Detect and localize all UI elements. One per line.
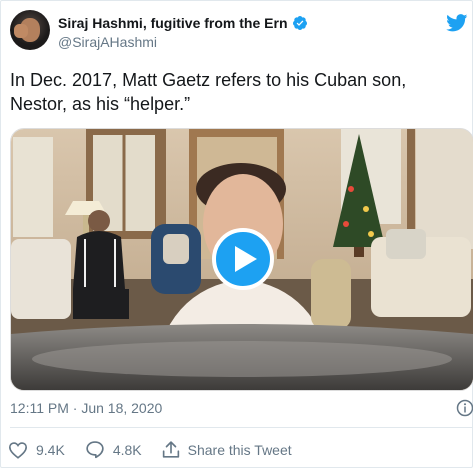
action-bar: 9.4K 4.8K Share this Tweet bbox=[8, 440, 312, 459]
video-thumbnail[interactable] bbox=[10, 128, 473, 391]
share-label: Share this Tweet bbox=[187, 441, 292, 458]
like-button[interactable]: 9.4K bbox=[8, 441, 65, 459]
info-icon[interactable] bbox=[456, 399, 473, 417]
author-handle[interactable]: @SirajAHashmi bbox=[58, 34, 157, 50]
reply-count: 4.8K bbox=[112, 441, 142, 458]
share-icon bbox=[162, 441, 179, 458]
tweet-text: In Dec. 2017, Matt Gaetz refers to his C… bbox=[10, 70, 407, 114]
play-icon bbox=[234, 246, 257, 272]
tweet-timestamp[interactable]: 12:11 PM · Jun 18, 2020 bbox=[10, 400, 162, 416]
author-name-row[interactable]: Siraj Hashmi, fugitive from the Ern bbox=[58, 15, 308, 31]
share-button[interactable]: Share this Tweet bbox=[162, 440, 292, 459]
author-display-name[interactable]: Siraj Hashmi, fugitive from the Ern bbox=[58, 15, 288, 31]
play-button[interactable] bbox=[212, 228, 274, 290]
verified-badge-icon bbox=[292, 16, 307, 30]
tweet-card: Siraj Hashmi, fugitive from the Ern @Sir… bbox=[0, 0, 473, 468]
reply-icon bbox=[86, 441, 104, 459]
like-count: 9.4K bbox=[36, 441, 65, 458]
divider bbox=[10, 427, 472, 428]
reply-button[interactable]: 4.8K bbox=[85, 440, 142, 459]
avatar[interactable] bbox=[10, 10, 50, 50]
twitter-bird-icon[interactable] bbox=[446, 14, 468, 32]
heart-icon bbox=[8, 441, 28, 459]
